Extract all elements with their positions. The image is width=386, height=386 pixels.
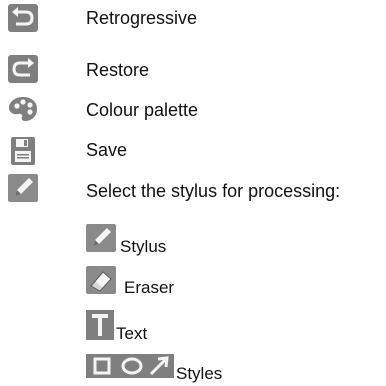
sub-item-styles: Styles <box>0 348 386 386</box>
help-item-label: Restore <box>86 60 150 80</box>
sub-item-label: Stylus <box>120 237 167 256</box>
help-item-label: Colour palette <box>86 100 199 120</box>
help-item-label: Select the stylus for processing: <box>86 181 341 201</box>
pencil-icon <box>86 224 116 252</box>
pencil-icon <box>8 174 38 202</box>
undo-icon <box>8 4 38 32</box>
sub-item-label: Text <box>116 324 148 343</box>
help-item-colour-palette: Colour palette <box>0 92 386 128</box>
sub-item-stylus: Stylus <box>0 218 386 258</box>
sub-item-label: Eraser <box>124 278 175 297</box>
sub-item-eraser: Eraser <box>0 262 386 302</box>
save-icon <box>10 136 36 166</box>
styles-icon-bar <box>86 354 174 378</box>
eraser-icon <box>86 266 116 294</box>
arrow-icon <box>148 356 170 376</box>
help-item-restore: Restore <box>0 50 386 86</box>
palette-icon <box>8 95 38 123</box>
help-item-save: Save <box>0 132 386 168</box>
help-item-select-stylus: Select the stylus for processing: <box>0 170 386 206</box>
text-tool-icon <box>86 310 114 340</box>
sub-item-text: Text <box>0 306 386 346</box>
rectangle-icon <box>92 356 112 376</box>
help-item-label: Save <box>86 140 128 160</box>
ellipse-icon <box>120 356 144 376</box>
help-item-label: Retrogressive <box>86 8 198 28</box>
redo-icon <box>8 55 38 83</box>
sub-item-label: Styles <box>176 364 223 383</box>
help-item-retrogressive: Retrogressive <box>0 0 386 36</box>
